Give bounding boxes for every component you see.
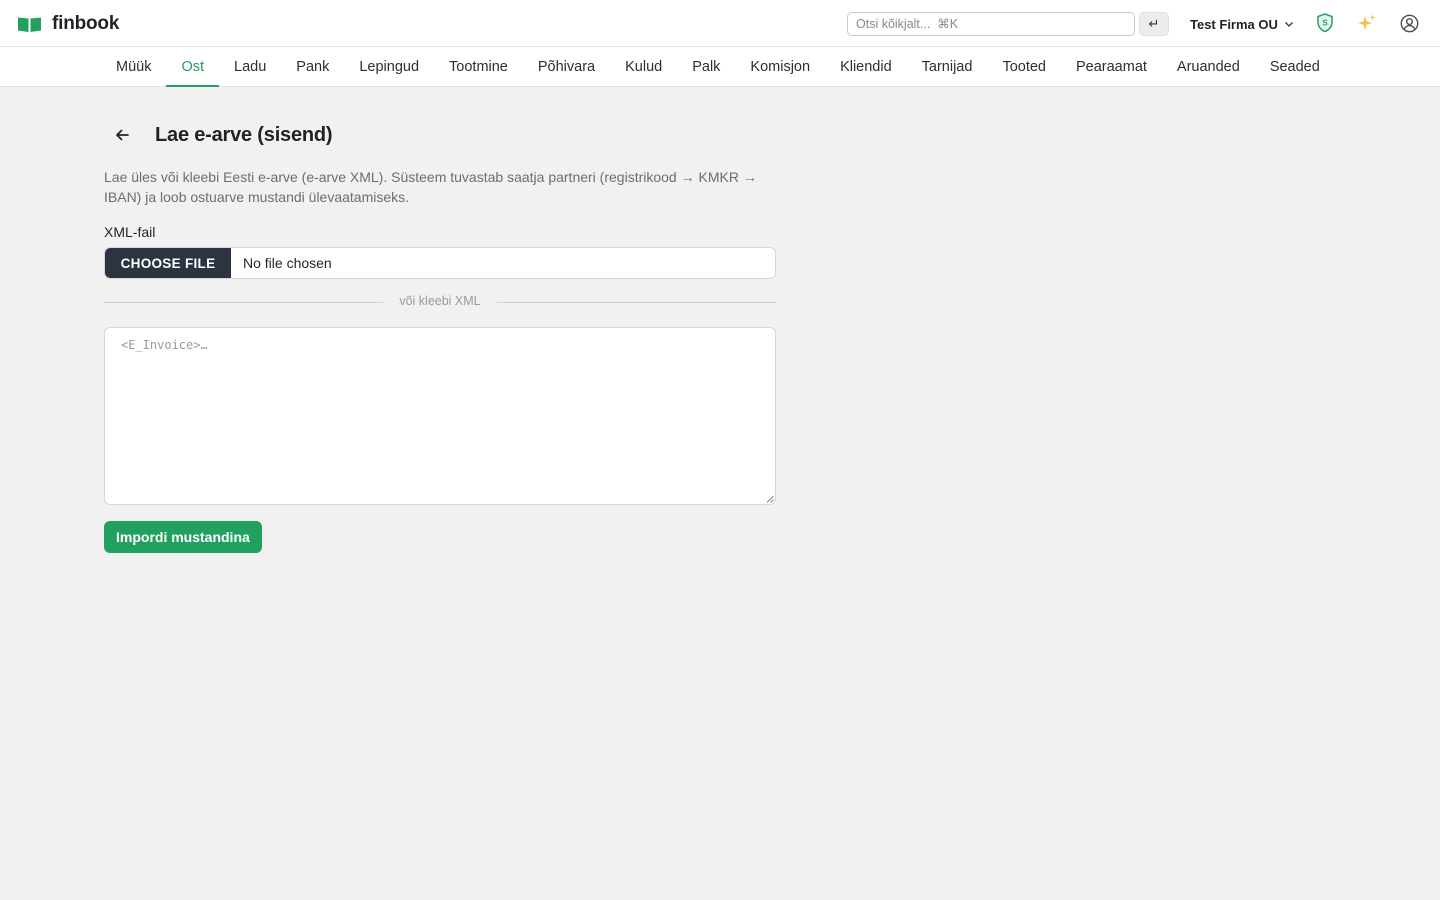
or-divider: või kleebi XML — [104, 292, 776, 312]
nav-item-pohivara[interactable]: Põhivara — [523, 47, 610, 87]
nav-item-pank[interactable]: Pank — [281, 47, 344, 87]
nav-item-tarnijad[interactable]: Tarnijad — [907, 47, 988, 87]
arrow-left-icon — [116, 129, 129, 141]
nav-item-ladu[interactable]: Ladu — [219, 47, 281, 87]
brand-name: finbook — [52, 13, 120, 34]
nav-item-myyk[interactable]: Müük — [101, 47, 166, 87]
resize-grip-icon[interactable] — [766, 495, 774, 503]
choose-file-button[interactable]: CHOOSE FILE — [105, 248, 231, 278]
nav-item-seaded[interactable]: Seaded — [1255, 47, 1335, 87]
nav-item-pearaamat[interactable]: Pearaamat — [1061, 47, 1162, 87]
nav-item-kliendid[interactable]: Kliendid — [825, 47, 907, 87]
search-submit-button[interactable]: ↵ — [1139, 12, 1169, 36]
nav-item-ost[interactable]: Ost — [166, 47, 219, 87]
divider-text: või kleebi XML — [399, 294, 481, 308]
svg-text:S: S — [1322, 19, 1328, 28]
main-nav: Müük Ost Ladu Pank Lepingud Tootmine Põh… — [0, 47, 1440, 87]
nav-item-lepingud[interactable]: Lepingud — [344, 47, 434, 87]
divider-line-right — [497, 302, 776, 303]
global-search-input[interactable] — [847, 12, 1135, 36]
page-title: Lae e-arve (sisend) — [155, 123, 333, 146]
nav-item-aruanded[interactable]: Aruanded — [1162, 47, 1255, 87]
page-description: Lae üles või kleebi Eesti e-arve (e-arve… — [104, 169, 757, 205]
nav-item-tootmine[interactable]: Tootmine — [434, 47, 523, 87]
back-button[interactable] — [104, 122, 140, 148]
top-bar: finbook ↵ Test Firma OU S — [0, 0, 1440, 47]
divider-line-left — [104, 302, 383, 303]
import-draft-button[interactable]: Impordi mustandina — [104, 521, 262, 553]
company-switcher[interactable]: Test Firma OU — [1190, 14, 1294, 34]
enter-icon: ↵ — [1148, 16, 1160, 31]
page-header: Lae e-arve (sisend) — [104, 122, 333, 148]
shield-icon[interactable]: S — [1315, 12, 1335, 34]
chevron-down-icon — [1284, 22, 1293, 27]
company-name: Test Firma OU — [1190, 16, 1278, 32]
nav-item-kulud[interactable]: Kulud — [610, 47, 677, 87]
file-status-text: No file chosen — [243, 255, 332, 271]
book-logo-icon — [18, 17, 41, 32]
xml-paste-textarea[interactable] — [104, 327, 776, 505]
xml-file-label: XML-fail — [104, 224, 156, 240]
nav-item-palk[interactable]: Palk — [677, 47, 735, 87]
nav-item-tooted[interactable]: Tooted — [987, 47, 1061, 87]
brand[interactable]: finbook — [18, 12, 119, 36]
sparkle-icon[interactable] — [1357, 12, 1377, 34]
nav-item-komisjon[interactable]: Komisjon — [735, 47, 825, 87]
user-account-icon[interactable] — [1399, 12, 1419, 34]
xml-file-input[interactable]: CHOOSE FILE No file chosen — [104, 247, 776, 279]
